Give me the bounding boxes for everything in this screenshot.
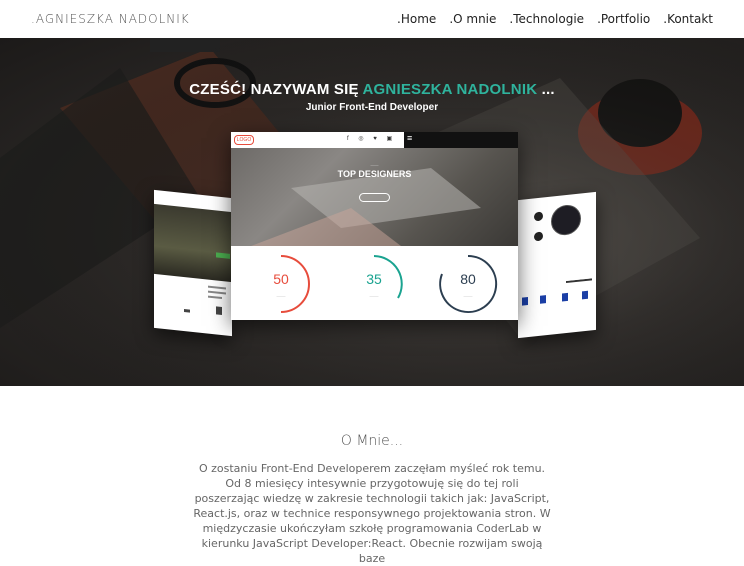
nav-technologies[interactable]: .Technologie: [509, 12, 584, 26]
hero-title-suffix: ...: [541, 81, 555, 98]
portfolio-mockup-main[interactable]: LOGO f ◎ ♥ ▣ ≡ —— TOP DESIGNERS 50 ——— 3…: [231, 132, 518, 320]
mockup-small-text: ——: [370, 162, 379, 167]
top-navbar: .AGNIESZKA NADOLNIK .Home .O mnie .Techn…: [0, 0, 744, 38]
stat-caption: ———: [463, 294, 473, 298]
stat-value: 50: [273, 271, 289, 287]
hamburger-icon: ≡: [407, 133, 413, 143]
stat-caption: ———: [276, 294, 286, 298]
mockup-right-dot: [534, 231, 543, 242]
stat-value: 80: [460, 271, 476, 287]
about-text: O zostaniu Front-End Developerem zaczęła…: [193, 462, 551, 565]
mockup-right-icons: [522, 278, 592, 306]
nav-portfolio[interactable]: .Portfolio: [597, 12, 650, 26]
mockup-stats: 50 ——— 35 ——— 80 ———: [231, 246, 518, 320]
mockup-hero: —— TOP DESIGNERS: [231, 148, 518, 246]
mockup-menu-bar: ≡: [404, 132, 518, 148]
stat-counter: 35 ———: [344, 254, 404, 314]
nav-home[interactable]: .Home: [397, 12, 436, 26]
main-nav: .Home .O mnie .Technologie .Portfolio .K…: [397, 12, 713, 26]
portfolio-mockup-left[interactable]: [154, 189, 232, 337]
mockup-social-icons: f ◎ ♥ ▣: [347, 136, 397, 142]
mockup-logo: LOGO: [234, 135, 254, 145]
stat-counter: 50 ———: [251, 254, 311, 314]
hero-title-prefix: CZEŚĆ! NAZYWAM SIĘ: [189, 81, 359, 98]
about-title: O Mnie...: [340, 433, 404, 449]
mockup-left-image: [154, 203, 232, 283]
portfolio-mockup-right[interactable]: [518, 191, 596, 339]
site-brand[interactable]: .AGNIESZKA NADOLNIK: [31, 12, 190, 26]
nav-contact[interactable]: .Kontakt: [663, 12, 713, 26]
hero-subtitle: Junior Front-End Developer: [305, 102, 439, 113]
mockup-headline: TOP DESIGNERS: [337, 169, 412, 179]
nav-about[interactable]: .O mnie: [449, 12, 496, 26]
hero-title: CZEŚĆ! NAZYWAM SIĘ AGNIESZKA NADOLNIK ..…: [0, 81, 744, 98]
stat-counter: 80 ———: [438, 254, 498, 314]
mockup-navbar: LOGO f ◎ ♥ ▣ ≡: [231, 132, 518, 148]
hero-title-name: AGNIESZKA NADOLNIK: [362, 81, 538, 98]
stat-caption: ———: [369, 294, 379, 298]
mockup-button: [359, 193, 390, 202]
stat-value: 35: [366, 271, 382, 287]
mockup-right-dot: [534, 211, 543, 222]
mockup-left-content: [184, 285, 226, 316]
mockup-right-logo: [551, 203, 581, 237]
